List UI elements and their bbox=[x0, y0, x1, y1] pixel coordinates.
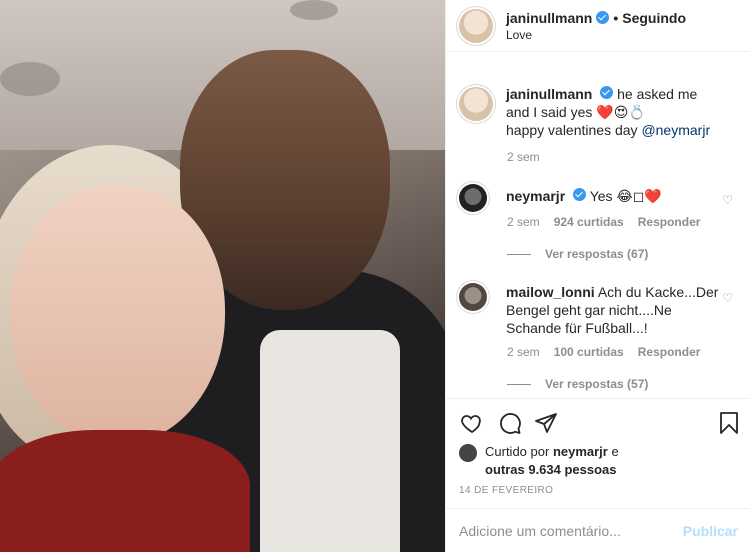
caption-avatar[interactable] bbox=[459, 87, 493, 121]
bookmark-icon[interactable] bbox=[718, 411, 740, 435]
comment-avatar[interactable] bbox=[459, 283, 487, 311]
photo-woman-dress bbox=[0, 430, 250, 552]
comment-like-icon[interactable]: ♡ bbox=[722, 291, 733, 305]
comment-input[interactable]: Adicione um comentário... bbox=[459, 523, 621, 539]
comment-like-icon[interactable]: ♡ bbox=[722, 193, 733, 207]
follow-status-button[interactable]: Seguindo bbox=[622, 10, 686, 26]
comment-avatar[interactable] bbox=[459, 184, 487, 212]
post-date[interactable]: 14 DE FEVEREIRO bbox=[459, 485, 553, 496]
comment-body: neymarjr Yes 😂◻❤️ bbox=[506, 187, 721, 212]
view-replies-button[interactable]: Ver respostas (57) bbox=[507, 377, 648, 391]
replies-line bbox=[507, 383, 531, 385]
photo-man-shirt bbox=[260, 330, 400, 552]
photo-vent bbox=[290, 0, 338, 20]
comment-username[interactable]: neymarjr bbox=[506, 188, 565, 204]
caption-time[interactable]: 2 sem bbox=[507, 150, 540, 164]
verified-icon bbox=[573, 188, 587, 201]
view-replies-button[interactable]: Ver respostas (67) bbox=[507, 247, 648, 261]
comment-body: mailow_lonni Ach du Kacke...Der Bengel g… bbox=[506, 283, 721, 337]
post-location[interactable]: Love bbox=[506, 28, 686, 42]
header-text: janinullmann • Seguindo Love bbox=[506, 10, 686, 42]
header-line: janinullmann • Seguindo bbox=[506, 10, 686, 26]
likes-prefix: Curtido por bbox=[485, 444, 550, 459]
add-comment-bar: Adicione um comentário... Publicar bbox=[446, 508, 750, 552]
view-replies-label: Ver respostas (67) bbox=[545, 247, 649, 261]
comment-meta: 2 sem 924 curtidas Responder bbox=[507, 215, 700, 229]
post-frame: janinullmann • Seguindo Love janinullman… bbox=[0, 0, 750, 552]
comment-reply-button[interactable]: Responder bbox=[638, 345, 701, 359]
photo-woman-face bbox=[10, 185, 225, 445]
comment-username[interactable]: mailow_lonni bbox=[506, 284, 595, 300]
author-username[interactable]: janinullmann bbox=[506, 10, 592, 26]
comment-reply-button[interactable]: Responder bbox=[638, 215, 701, 229]
post-actions bbox=[446, 398, 750, 448]
comments-list[interactable]: janinullmann he asked me and I said yes … bbox=[446, 53, 750, 398]
comment-text: Yes 😂◻❤️ bbox=[589, 188, 662, 204]
caption-mention-link[interactable]: @neymarjr bbox=[641, 122, 710, 138]
comment-row: neymarjr Yes 😂◻❤️ bbox=[459, 184, 721, 212]
likes-others-link[interactable]: outras 9.634 pessoas bbox=[485, 462, 617, 477]
likes-text: Curtido por neymarjr e outras 9.634 pess… bbox=[485, 443, 619, 479]
verified-icon bbox=[600, 86, 614, 99]
paper-plane-icon[interactable] bbox=[534, 411, 558, 435]
caption-body: janinullmann he asked me and I said yes … bbox=[506, 85, 721, 139]
author-avatar[interactable] bbox=[459, 8, 493, 43]
post-side-panel: janinullmann • Seguindo Love janinullman… bbox=[445, 0, 750, 552]
caption-meta: 2 sem bbox=[507, 150, 540, 164]
separator-dot: • bbox=[613, 9, 619, 26]
post-header: janinullmann • Seguindo Love bbox=[446, 0, 750, 52]
comment-time[interactable]: 2 sem bbox=[507, 345, 540, 359]
liker-avatar[interactable] bbox=[459, 444, 477, 462]
caption-username[interactable]: janinullmann bbox=[506, 86, 592, 102]
comment-likes[interactable]: 100 curtidas bbox=[554, 345, 624, 359]
comment-time[interactable]: 2 sem bbox=[507, 215, 540, 229]
comment-likes[interactable]: 924 curtidas bbox=[554, 215, 624, 229]
comment-row: mailow_lonni Ach du Kacke...Der Bengel g… bbox=[459, 283, 721, 337]
verified-icon bbox=[596, 11, 610, 24]
heart-icon[interactable] bbox=[460, 411, 484, 435]
liker-username[interactable]: neymarjr bbox=[553, 444, 608, 459]
likes-summary: Curtido por neymarjr e outras 9.634 pess… bbox=[459, 443, 739, 479]
photo-vent bbox=[0, 62, 60, 96]
post-photo[interactable] bbox=[0, 0, 445, 552]
caption-text-2: happy valentines day bbox=[506, 122, 638, 138]
replies-line bbox=[507, 253, 531, 255]
comment-icon[interactable] bbox=[498, 411, 522, 435]
publish-button[interactable]: Publicar bbox=[683, 523, 738, 539]
caption-row: janinullmann he asked me and I said yes … bbox=[459, 85, 721, 139]
likes-middle: e bbox=[611, 444, 619, 459]
comment-meta: 2 sem 100 curtidas Responder bbox=[507, 345, 700, 359]
view-replies-label: Ver respostas (57) bbox=[545, 377, 649, 391]
